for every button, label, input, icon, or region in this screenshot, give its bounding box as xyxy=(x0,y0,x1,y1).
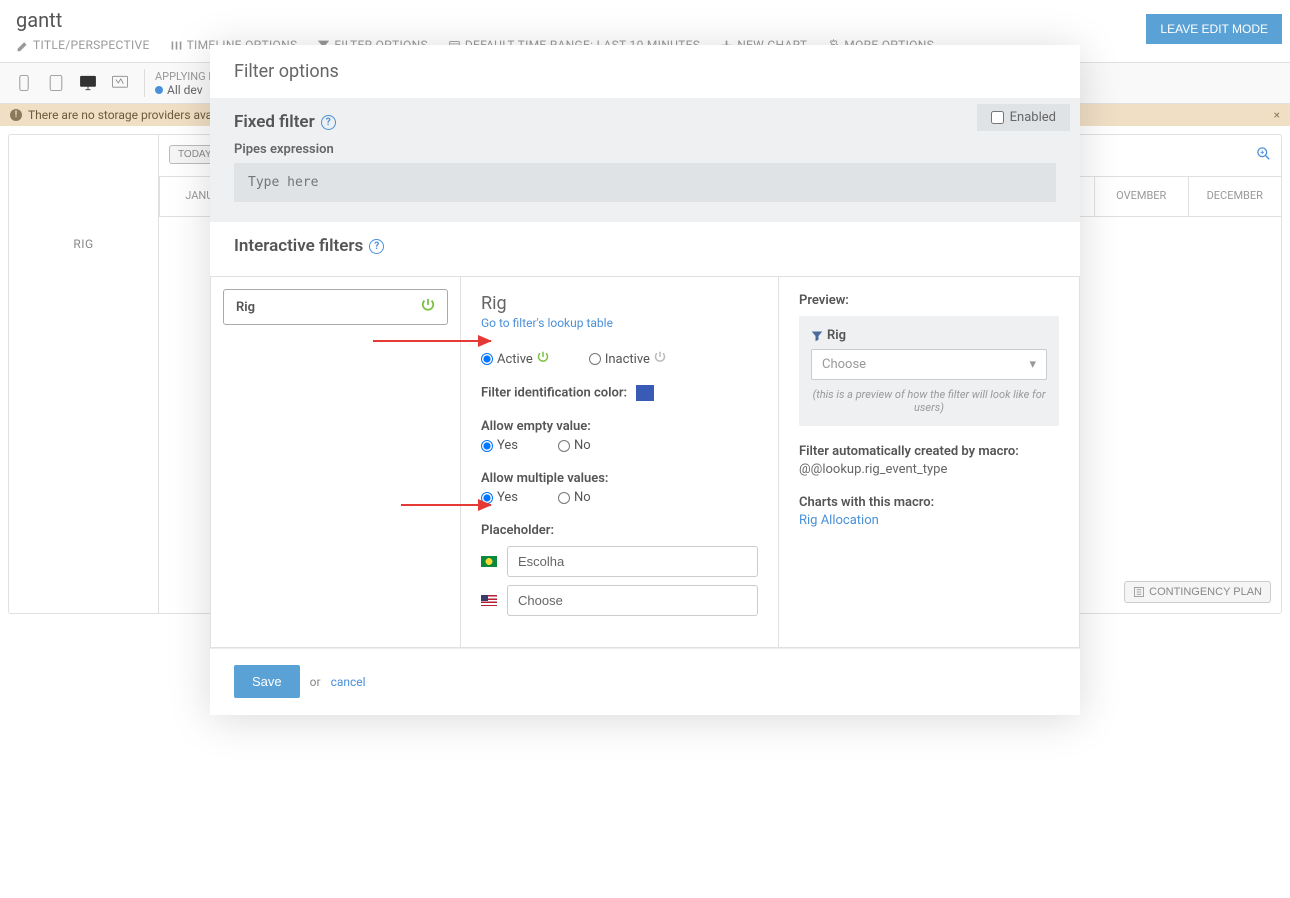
filter-color-swatch[interactable] xyxy=(636,385,654,401)
or-text: or xyxy=(310,675,321,689)
flag-us-icon xyxy=(481,595,497,606)
active-radio-input[interactable] xyxy=(481,353,493,365)
cancel-link[interactable]: cancel xyxy=(331,675,366,689)
modal-title: Filter options xyxy=(210,45,1080,98)
active-label: Active xyxy=(497,352,533,367)
arrow-annotation xyxy=(373,340,491,342)
allow-empty-yes[interactable]: Yes xyxy=(481,438,518,453)
arrow-annotation xyxy=(401,504,491,506)
filter-tab-label: Rig xyxy=(236,300,255,315)
inactive-radio[interactable]: Inactive xyxy=(589,351,666,367)
enabled-label: Enabled xyxy=(1010,110,1056,125)
pipes-expression-input[interactable] xyxy=(234,163,1056,202)
charts-label: Charts with this macro: xyxy=(799,495,1059,510)
allow-multiple-no[interactable]: No xyxy=(558,490,591,505)
power-on-icon xyxy=(537,351,549,367)
power-off-icon xyxy=(654,351,666,367)
placeholder-label: Placeholder: xyxy=(481,523,758,538)
macro-label: Filter automatically created by macro: xyxy=(799,444,1059,459)
interactive-filters-heading: Interactive filters xyxy=(234,236,363,256)
filter-options-modal: Filter options Fixed filter ? Enabled Pi… xyxy=(210,45,1080,715)
preview-filter-name: Rig xyxy=(827,328,846,343)
lookup-table-link[interactable]: Go to filter's lookup table xyxy=(481,316,613,330)
flag-br-icon xyxy=(481,556,497,567)
chart-link-rig-allocation[interactable]: Rig Allocation xyxy=(799,513,1059,528)
fixed-filter-heading: Fixed filter xyxy=(234,112,315,132)
enabled-checkbox[interactable] xyxy=(991,111,1004,124)
inactive-radio-input[interactable] xyxy=(589,353,601,365)
placeholder-us-input[interactable] xyxy=(507,585,758,616)
inactive-label: Inactive xyxy=(605,352,650,367)
allow-multiple-label: Allow multiple values: xyxy=(481,471,758,486)
save-button[interactable]: Save xyxy=(234,665,300,698)
pipes-expression-label: Pipes expression xyxy=(234,142,1056,157)
filter-color-label: Filter identification color: xyxy=(481,385,627,400)
chevron-down-icon: ▾ xyxy=(1029,357,1036,372)
modal-overlay: Filter options Fixed filter ? Enabled Pi… xyxy=(0,0,1290,898)
preview-select[interactable]: Choose ▾ xyxy=(811,349,1047,380)
help-icon[interactable]: ? xyxy=(321,115,336,130)
power-icon xyxy=(421,298,435,316)
preview-label: Preview: xyxy=(799,293,1059,308)
help-icon[interactable]: ? xyxy=(369,239,384,254)
enabled-toggle[interactable]: Enabled xyxy=(977,104,1070,131)
macro-value: @@lookup.rig_event_type xyxy=(799,462,1059,477)
filter-icon xyxy=(811,330,823,342)
filter-detail-title: Rig xyxy=(481,293,758,314)
preview-help-text: (this is a preview of how the filter wil… xyxy=(811,388,1047,414)
preview-select-placeholder: Choose xyxy=(822,357,866,372)
allow-empty-label: Allow empty value: xyxy=(481,419,758,434)
placeholder-br-input[interactable] xyxy=(507,546,758,577)
filter-tab-rig[interactable]: Rig xyxy=(223,289,448,325)
preview-box: Rig Choose ▾ (this is a preview of how t… xyxy=(799,316,1059,426)
allow-empty-no[interactable]: No xyxy=(558,438,591,453)
active-radio[interactable]: Active xyxy=(481,351,549,367)
